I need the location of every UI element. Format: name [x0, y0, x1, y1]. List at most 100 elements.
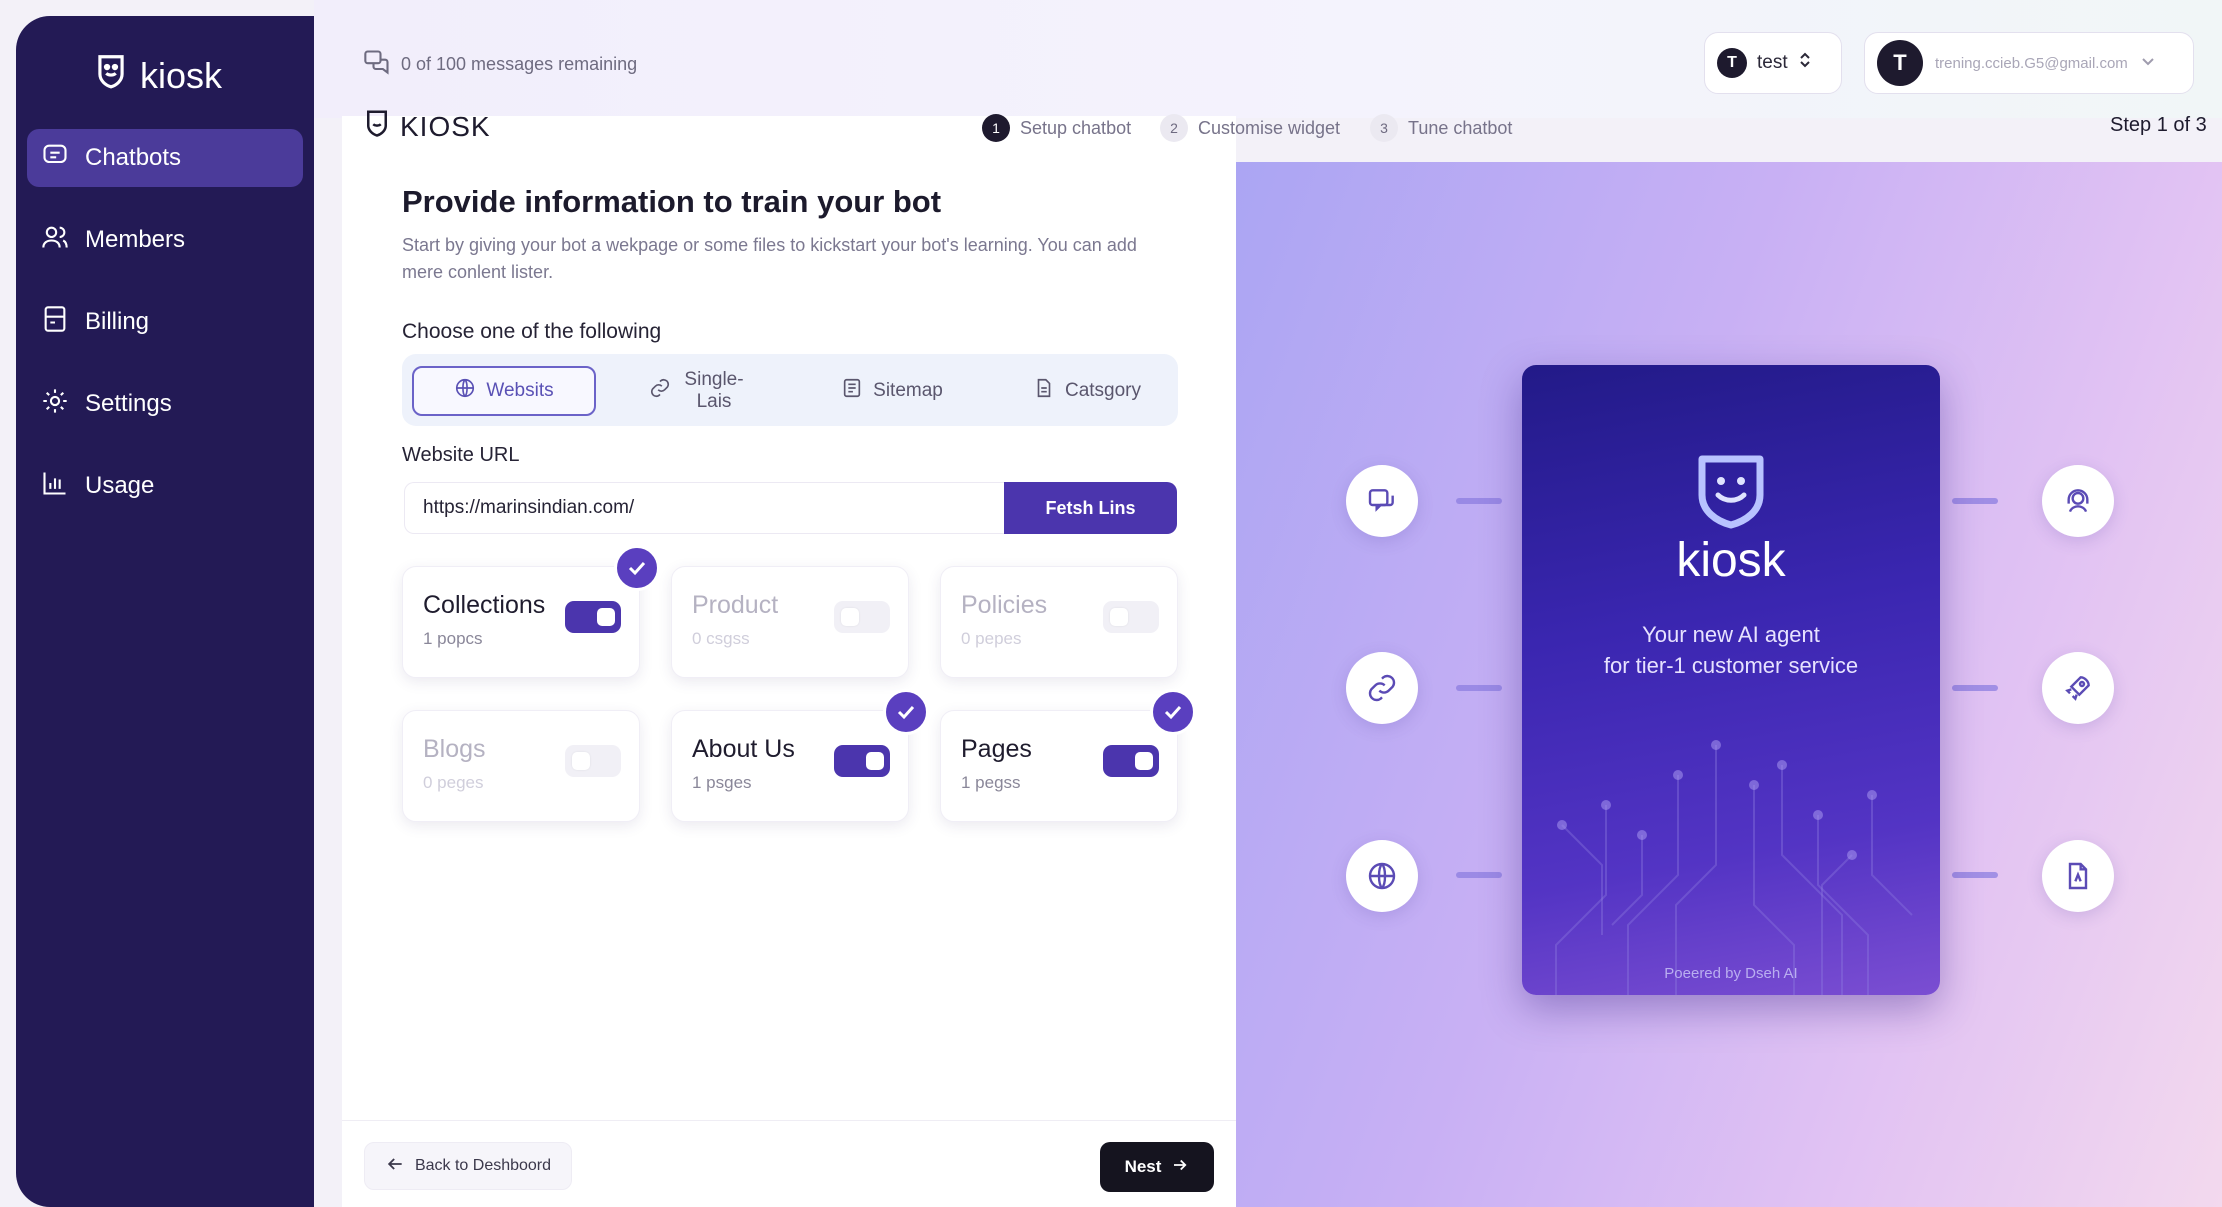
step-counter: Step 1 of 3	[2110, 114, 2207, 136]
powered-by: Poeered by Dseh AI	[1664, 965, 1798, 982]
document-icon	[2042, 840, 2114, 912]
wizard-step-1[interactable]: 1 Setup chatbot	[982, 114, 1131, 142]
support-agent-icon	[2042, 465, 2114, 537]
card-title: Collections	[423, 591, 546, 619]
globe-icon	[1346, 840, 1418, 912]
connector-line	[1456, 872, 1502, 878]
globe-icon	[454, 377, 476, 405]
next-button[interactable]: Nest	[1100, 1142, 1214, 1192]
check-icon	[1150, 689, 1196, 735]
card-toggle[interactable]	[834, 745, 890, 777]
card-count: 0 peges	[423, 773, 484, 792]
settings-icon	[41, 387, 69, 422]
sidebar-item-label: Billing	[85, 308, 150, 335]
card-toggle[interactable]	[1103, 601, 1159, 633]
card-toggle[interactable]	[565, 745, 621, 777]
sidebar: kiosk Chatbots Members Billing Settings …	[16, 16, 314, 1207]
tab-label: Websits	[486, 380, 554, 401]
hero-card: kiosk Your new AI agent for tier-1 custo…	[1522, 365, 1940, 995]
sitemap-icon	[841, 377, 863, 405]
messages-icon	[363, 48, 391, 81]
card-count: 0 csgss	[692, 629, 750, 648]
user-avatar: T	[1877, 40, 1923, 86]
back-to-dashboard-button[interactable]: Back to Deshboord	[364, 1142, 572, 1190]
app-brand: kiosk	[140, 54, 223, 96]
link-icon	[1346, 652, 1418, 724]
card-toggle[interactable]	[565, 601, 621, 633]
collection-card-product[interactable]: Product 0 csgss	[671, 566, 909, 678]
collection-card-about-us[interactable]: About Us 1 psges	[671, 710, 909, 822]
sidebar-item-billing[interactable]: Billing	[27, 293, 303, 351]
card-title: Blogs	[423, 735, 486, 763]
check-icon	[614, 545, 660, 591]
collection-card-blogs[interactable]: Blogs 0 peges	[402, 710, 640, 822]
workspace-selector[interactable]: T test	[1704, 32, 1842, 94]
sidebar-item-label: Settings	[85, 390, 172, 417]
collection-card-pages[interactable]: Pages 1 pegss	[940, 710, 1178, 822]
hero-brand: kiosk	[1676, 534, 1786, 587]
wizard-step-3[interactable]: 3 Tune chatbot	[1370, 114, 1512, 142]
step-number: 3	[1370, 114, 1398, 142]
card-toggle[interactable]	[834, 601, 890, 633]
card-toggle[interactable]	[1103, 745, 1159, 777]
sidebar-item-settings[interactable]: Settings	[27, 375, 303, 433]
page-subtitle: Start by giving your bot a wekpage or so…	[402, 235, 1137, 282]
step-number: 1	[982, 114, 1010, 142]
website-url-label: Website URL	[402, 444, 520, 466]
collection-card-collections[interactable]: Collections 1 popcs	[402, 566, 640, 678]
message-quota-text: 0 of 100 messages remaining	[401, 54, 638, 74]
step-label: Tune chatbot	[1408, 117, 1513, 138]
sidebar-nav: Chatbots Members Billing Settings Usage	[27, 129, 303, 539]
source-choose-label: Choose one of the following	[402, 320, 662, 343]
usage-icon	[41, 469, 69, 504]
connector-line	[1952, 498, 1998, 504]
step-label: Customise widget	[1198, 117, 1341, 138]
category-icon	[1033, 377, 1055, 405]
message-quota: 0 of 100 messages remaining	[363, 48, 637, 81]
account-email: trening.ccieb.G5@gmail.com	[1935, 54, 2128, 72]
card-count: 0 pepes	[961, 629, 1022, 648]
website-url-input[interactable]	[404, 482, 1004, 534]
billing-icon	[41, 305, 69, 340]
sidebar-item-label: Usage	[85, 472, 155, 499]
sidebar-item-chatbots[interactable]: Chatbots	[27, 129, 303, 187]
chevron-down-icon	[2140, 53, 2156, 73]
rocket-icon	[2042, 652, 2114, 724]
tab-label: Catsgory	[1064, 380, 1142, 401]
link-icon	[649, 377, 671, 405]
sidebar-item-members[interactable]: Members	[27, 211, 303, 269]
connector-line	[1952, 685, 1998, 691]
sidebar-item-label: Chatbots	[85, 144, 182, 171]
footer-divider	[342, 1120, 1236, 1121]
workspace-name: test	[1757, 52, 1788, 73]
sidebar-item-label: Members	[85, 226, 186, 253]
hero-tagline-line-2: for tier-1 customer service	[1603, 653, 1859, 678]
fetch-links-button[interactable]: Fetsh Lins	[1004, 482, 1177, 534]
hero-tagline: Your new AI agent for tier-1 customer se…	[1562, 619, 1900, 681]
tab-label: Sitemap	[873, 380, 943, 401]
source-tabs: Websits Single-Lais Sitemap Catsgory	[402, 354, 1178, 426]
tab-label: Single-Lais	[684, 369, 744, 412]
check-icon	[883, 689, 929, 735]
card-count: 1 pegss	[961, 773, 1021, 792]
members-icon	[41, 223, 69, 258]
back-button-label: Back to Deshboord	[414, 1157, 552, 1174]
tab-category[interactable]: Catsgory	[1002, 366, 1172, 416]
tab-single-links[interactable]: Single-Lais	[618, 366, 778, 416]
connector-line	[1952, 872, 1998, 878]
tab-websites[interactable]: Websits	[412, 366, 596, 416]
step-label: Setup chatbot	[1020, 117, 1132, 138]
kiosk-logo-icon	[92, 52, 130, 99]
chatbot-icon	[41, 141, 69, 176]
wizard-step-2[interactable]: 2 Customise widget	[1160, 114, 1340, 142]
collection-card-policies[interactable]: Policies 0 pepes	[940, 566, 1178, 678]
tab-sitemap[interactable]: Sitemap	[802, 366, 982, 416]
chevron-up-down-icon	[1798, 51, 1812, 75]
account-menu[interactable]: T trening.ccieb.G5@gmail.com	[1864, 32, 2194, 94]
card-title: Pages	[961, 735, 1032, 763]
app-logo[interactable]: kiosk	[92, 52, 222, 99]
chat-icon	[1346, 465, 1418, 537]
sidebar-item-usage[interactable]: Usage	[27, 457, 303, 515]
arrow-left-icon	[385, 1154, 405, 1179]
wizard-brand-text: KIOSK	[400, 110, 491, 142]
